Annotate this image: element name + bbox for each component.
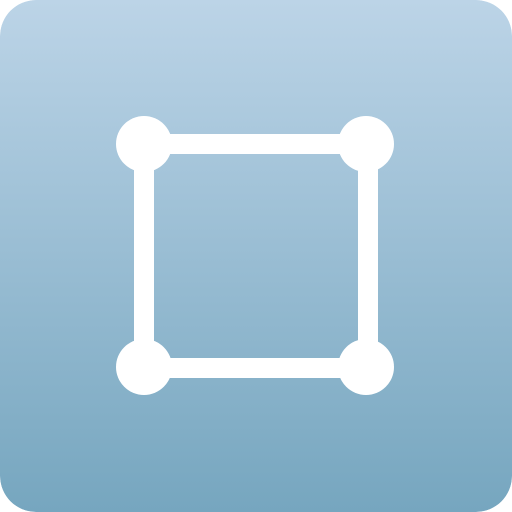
corner-handle-top-left bbox=[116, 116, 172, 172]
selection-square-icon bbox=[0, 0, 512, 512]
corner-handle-top-right bbox=[338, 116, 394, 172]
corner-handle-bottom-right bbox=[338, 339, 394, 395]
corner-handle-bottom-left bbox=[116, 339, 172, 395]
app-icon-tile[interactable] bbox=[0, 0, 512, 512]
tile-background bbox=[0, 0, 512, 512]
